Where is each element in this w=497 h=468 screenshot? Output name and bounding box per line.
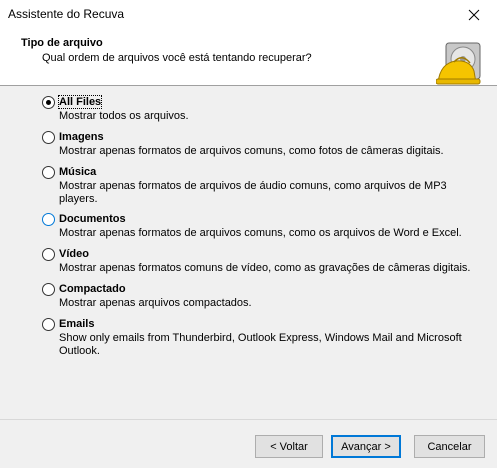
option-emails[interactable]: Emails Show only emails from Thunderbird…: [42, 317, 472, 364]
option-description: Mostrar apenas arquivos compactados.: [59, 297, 252, 309]
close-button[interactable]: [451, 0, 497, 30]
page-title: Tipo de arquivo: [21, 37, 103, 49]
radio-documents[interactable]: [42, 212, 55, 226]
radio-emails[interactable]: [42, 317, 55, 331]
option-video[interactable]: Vídeo Mostrar apenas formatos comuns de …: [42, 247, 472, 282]
option-label[interactable]: Emails: [59, 318, 94, 330]
cancel-button[interactable]: Cancelar: [414, 435, 485, 458]
option-label[interactable]: Vídeo: [59, 248, 89, 260]
option-label[interactable]: All Files: [57, 95, 103, 109]
option-description: Mostrar apenas formatos de arquivos de á…: [59, 180, 447, 205]
option-label[interactable]: Compactado: [59, 283, 126, 295]
option-all-files[interactable]: All Files Mostrar todos os arquivos.: [42, 95, 472, 130]
next-button[interactable]: Avançar >: [331, 435, 401, 458]
radio-compressed[interactable]: [42, 282, 55, 296]
option-label[interactable]: Música: [59, 166, 96, 178]
radio-video[interactable]: [42, 247, 55, 261]
option-music[interactable]: Música Mostrar apenas formatos de arquiv…: [42, 165, 472, 212]
footer-divider: [0, 419, 497, 420]
radio-images[interactable]: [42, 130, 55, 144]
title-bar: Assistente do Recuva: [0, 0, 497, 30]
wizard-header: Tipo de arquivo Qual ordem de arquivos v…: [0, 30, 497, 86]
option-label[interactable]: Documentos: [59, 213, 126, 225]
option-description: Show only emails from Thunderbird, Outlo…: [59, 332, 462, 357]
page-subtitle: Qual ordem de arquivos você está tentand…: [42, 52, 312, 64]
option-description: Mostrar apenas formatos comuns de vídeo,…: [59, 262, 471, 274]
back-button[interactable]: < Voltar: [255, 435, 323, 458]
window-title: Assistente do Recuva: [8, 7, 125, 21]
option-description: Mostrar apenas formatos de arquivos comu…: [59, 145, 444, 157]
radio-music[interactable]: [42, 165, 55, 179]
option-images[interactable]: Imagens Mostrar apenas formatos de arqui…: [42, 130, 472, 165]
option-description: Mostrar apenas formatos de arquivos comu…: [59, 227, 462, 239]
option-label[interactable]: Imagens: [59, 131, 104, 143]
option-description: Mostrar todos os arquivos.: [59, 110, 189, 122]
radio-all-files[interactable]: [42, 95, 55, 109]
close-icon: [468, 9, 480, 21]
recuva-logo-icon: [436, 42, 481, 85]
option-documents[interactable]: Documentos Mostrar apenas formatos de ar…: [42, 212, 472, 247]
option-compressed[interactable]: Compactado Mostrar apenas arquivos compa…: [42, 282, 472, 317]
file-type-options: All Files Mostrar todos os arquivos. Ima…: [42, 95, 472, 364]
